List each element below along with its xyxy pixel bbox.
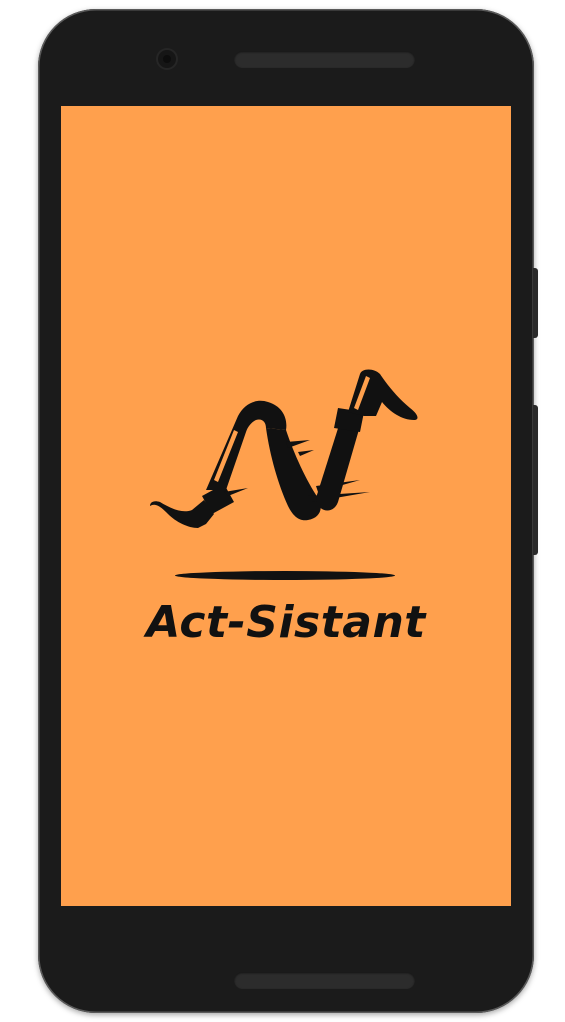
earpiece-speaker — [234, 51, 415, 68]
bottom-speaker — [234, 972, 415, 989]
power-button — [533, 268, 538, 338]
logo-shadow — [175, 571, 395, 580]
volume-button — [533, 405, 538, 555]
running-legs-icon — [150, 369, 418, 528]
app-name-title: Act-Sistant — [146, 597, 426, 648]
front-camera — [158, 50, 176, 68]
